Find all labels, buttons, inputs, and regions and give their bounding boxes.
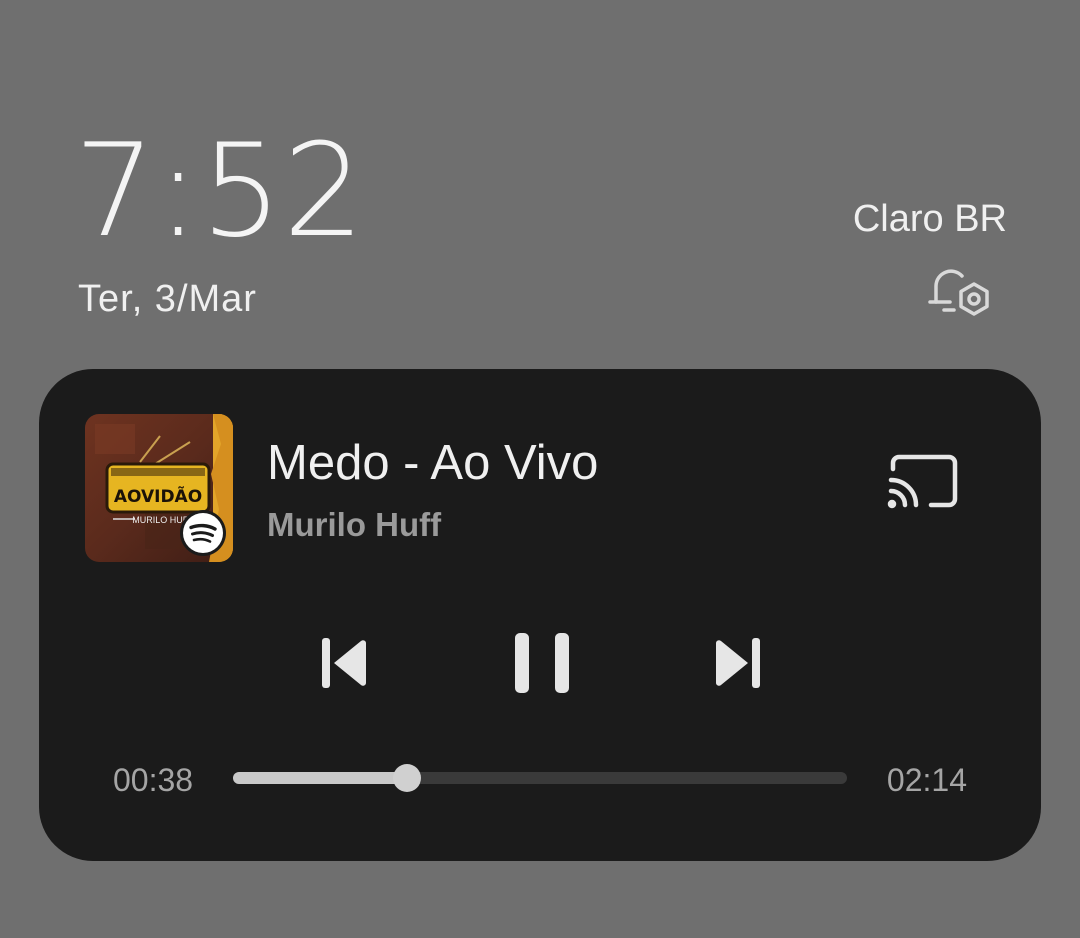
- carrier-name: Claro BR: [852, 198, 1007, 240]
- elapsed-time: 00:38: [113, 762, 194, 798]
- seek-bar-thumb[interactable]: [393, 764, 422, 792]
- album-title-text: AOVIDÃO: [114, 484, 202, 507]
- pause-icon[interactable]: [511, 631, 573, 695]
- media-player-card[interactable]: AOVIDÃO MURILO HUFF Medo - Ao Vivo Muril…: [39, 369, 1041, 861]
- skip-next-icon[interactable]: [715, 636, 763, 690]
- spotify-icon: [180, 510, 226, 556]
- track-title: Medo - Ao Vivo: [267, 436, 599, 490]
- seek-bar[interactable]: [233, 764, 847, 792]
- track-artist: Murilo Huff: [267, 506, 442, 543]
- cast-icon[interactable]: [887, 453, 959, 511]
- bell-settings-icon: [928, 269, 989, 316]
- lockscreen-clock: 7:52: [74, 117, 366, 266]
- total-duration: 02:14: [886, 762, 967, 798]
- seek-bar-fill: [233, 772, 408, 784]
- lockscreen-date: Ter, 3/Mar: [78, 278, 257, 320]
- skip-previous-icon[interactable]: [319, 636, 367, 690]
